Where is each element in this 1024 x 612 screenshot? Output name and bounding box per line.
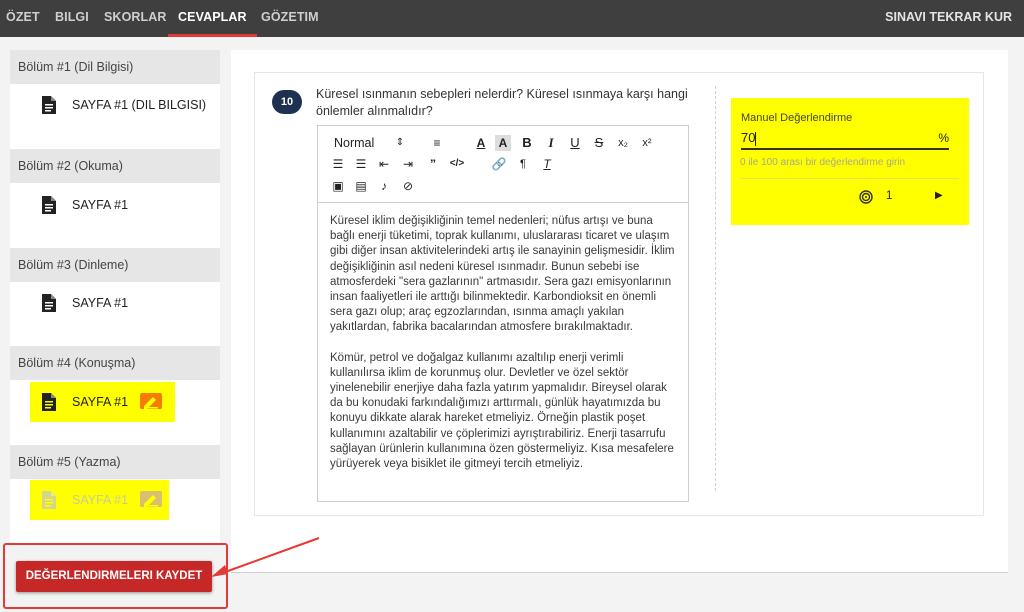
- section-header-3: Bölüm #3 (Dinleme): [10, 248, 220, 282]
- page-label: SAYFA #1 (DIL BILGISI): [72, 98, 207, 112]
- page-label: SAYFA #1: [72, 296, 129, 310]
- answer-editor[interactable]: Normal ⇕ ≡ A A B I U S x₂ x² ☰ ☰ ⇤ ⇥ ” <…: [317, 125, 689, 502]
- superscript-icon[interactable]: x²: [639, 135, 655, 151]
- page-item-5[interactable]: SAYFA #1: [30, 480, 169, 520]
- ordered-list-icon[interactable]: ☰: [330, 156, 346, 172]
- question-number-badge: 10: [272, 90, 302, 114]
- indent-icon[interactable]: ⇥: [400, 156, 416, 172]
- video-icon[interactable]: ▤: [353, 178, 369, 194]
- section-header-5: Bölüm #5 (Yazma): [10, 445, 220, 479]
- divider: [715, 86, 716, 491]
- link-icon[interactable]: 🔗: [491, 156, 507, 172]
- page-item-2[interactable]: SAYFA #1: [30, 188, 180, 222]
- grading-help-text: 0 ile 100 arası bir değerlendirme girin: [740, 157, 906, 168]
- section-sidebar: Bölüm #1 (Dil Bilgisi) SAYFA #1 (DIL BIL…: [10, 50, 220, 545]
- page-item-1[interactable]: SAYFA #1 (DIL BILGISI): [30, 88, 220, 122]
- page-label: SAYFA #1: [72, 395, 129, 409]
- answer-content[interactable]: Küresel iklim değişikliğinin temel neden…: [330, 214, 680, 487]
- page-item-4[interactable]: SAYFA #1: [30, 382, 175, 422]
- grading-input[interactable]: 70 %: [741, 126, 949, 150]
- next-arrow-icon[interactable]: ▶: [935, 190, 943, 201]
- grading-count: 1: [886, 190, 893, 202]
- tab-answers[interactable]: CEVAPLAR: [168, 0, 257, 37]
- answer-paragraph-1: Küresel iklim değişikliğinin temel neden…: [330, 215, 675, 334]
- save-grades-button[interactable]: DEĞERLENDIRMELERI KAYDET: [16, 561, 212, 592]
- top-nav-bar: ÖZET BILGI SKORLAR CEVAPLAR GÖZETIM SINA…: [0, 0, 1024, 37]
- divider: [231, 572, 1008, 573]
- select-arrows-icon: ⇕: [395, 137, 405, 148]
- align-icon[interactable]: ≡: [429, 135, 445, 151]
- italic-icon[interactable]: I: [543, 135, 559, 151]
- audio-icon[interactable]: ♪: [376, 178, 392, 194]
- manual-grading-panel: Manuel Değerlendirme 70 % 0 ile 100 aras…: [731, 98, 969, 225]
- tab-proctoring[interactable]: GÖZETIM: [261, 0, 319, 37]
- page-item-3[interactable]: SAYFA #1: [30, 286, 180, 320]
- code-icon[interactable]: </>: [449, 156, 465, 172]
- attachment-icon[interactable]: ⊘: [400, 178, 416, 194]
- clear-format-icon[interactable]: T: [539, 156, 555, 172]
- strikethrough-icon[interactable]: S: [591, 135, 607, 151]
- section-header-2: Bölüm #2 (Okuma): [10, 149, 220, 183]
- tab-scores[interactable]: SKORLAR: [104, 0, 167, 37]
- grading-flag-icon: [140, 393, 163, 409]
- subscript-icon[interactable]: x₂: [615, 135, 631, 151]
- document-icon: [42, 294, 56, 312]
- blockquote-icon[interactable]: ”: [425, 156, 441, 172]
- retake-exam-button[interactable]: SINAVI TEKRAR KUR: [885, 0, 1012, 35]
- underline-icon[interactable]: U: [567, 135, 583, 151]
- divider: [741, 178, 959, 179]
- answer-paragraph-2: Kömür, petrol ve doğalgaz kullanımı azal…: [330, 351, 674, 471]
- text-color-icon[interactable]: A: [473, 135, 489, 151]
- question-text: Küresel ısınmanın sebepleri nelerdir? Kü…: [316, 87, 688, 118]
- section-header-1: Bölüm #1 (Dil Bilgisi): [10, 50, 220, 84]
- bold-icon[interactable]: B: [519, 135, 535, 151]
- grading-value: 70: [741, 130, 756, 145]
- document-icon: [42, 96, 56, 114]
- outdent-icon[interactable]: ⇤: [376, 156, 392, 172]
- text-direction-icon[interactable]: ¶: [515, 156, 531, 172]
- fingerprint-icon: [859, 190, 873, 204]
- grading-flag-icon: [140, 491, 163, 507]
- tab-summary[interactable]: ÖZET: [6, 0, 40, 37]
- document-icon: [42, 196, 56, 214]
- percent-suffix: %: [938, 131, 949, 145]
- image-icon[interactable]: ▣: [330, 178, 346, 194]
- page-label: SAYFA #1: [72, 198, 129, 212]
- document-icon: [42, 491, 56, 509]
- document-icon: [42, 393, 56, 411]
- grading-label: Manuel Değerlendirme: [741, 112, 853, 124]
- tab-info[interactable]: BILGI: [55, 0, 89, 37]
- bullet-list-icon[interactable]: ☰: [353, 156, 369, 172]
- annotation-arrow-icon: [211, 537, 320, 577]
- section-header-4: Bölüm #4 (Konuşma): [10, 346, 220, 380]
- text-cursor: [755, 131, 757, 146]
- background-color-icon[interactable]: A: [495, 135, 511, 151]
- editor-toolbar: Normal ⇕ ≡ A A B I U S x₂ x² ☰ ☰ ⇤ ⇥ ” <…: [318, 126, 688, 203]
- page-label: SAYFA #1: [72, 493, 129, 507]
